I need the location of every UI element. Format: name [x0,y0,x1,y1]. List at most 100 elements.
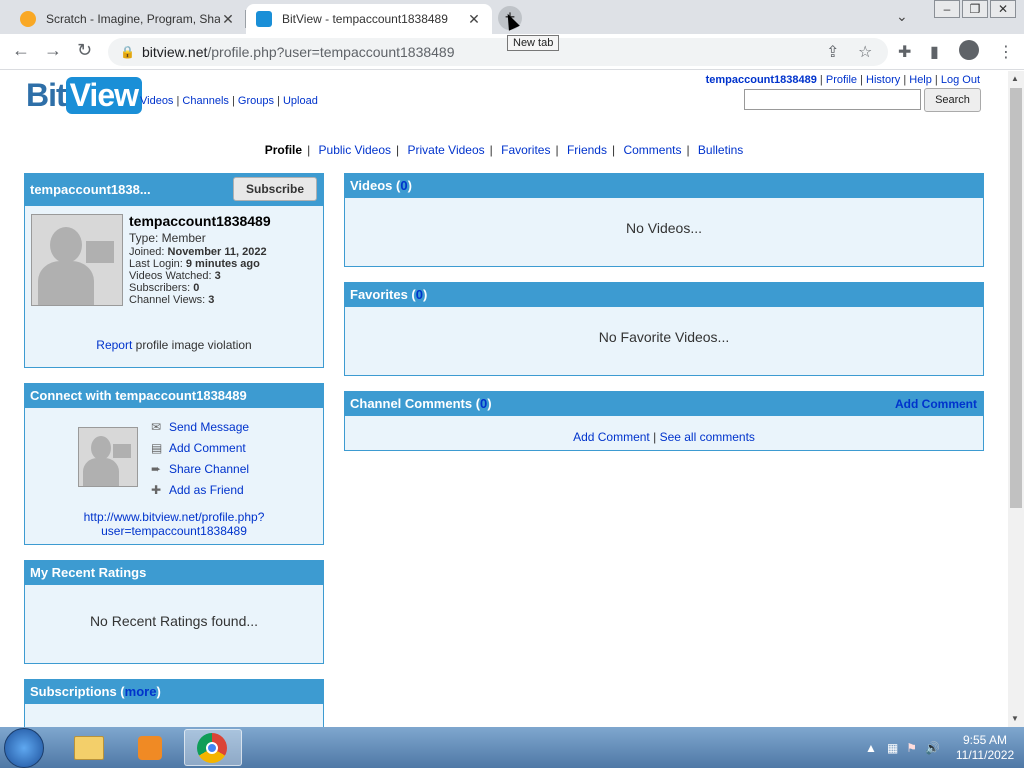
start-button[interactable] [4,728,44,768]
extensions-puzzle-icon[interactable]: ✚ [898,42,911,62]
profile-nav-private-videos[interactable]: Private Videos [408,143,485,157]
folder-icon [74,736,104,760]
videos-box: Videos (0) No Videos... [344,173,984,267]
videos-header: Videos (0) [345,174,983,198]
lock-icon: 🔒 [120,45,135,59]
add-friend-icon: ✚ [151,483,162,497]
forward-arrow-icon[interactable]: → [44,40,62,61]
system-tray: ▲ ▦ ⚑ 🔊 9:55 AM 11/11/2022 [865,727,1020,768]
connect-actions: ✉ Send Message ▤ Add Comment ➨ Share Channe… [151,418,249,502]
report-line: Report profile image violation [96,338,252,352]
side-panel-icon[interactable]: ▮ [930,42,939,62]
profile-avatar-icon[interactable] [959,40,979,60]
scrollbar-thumb[interactable] [1010,88,1022,508]
channel-url-line2: user=tempaccount1838489 [101,524,247,538]
profile-nav-favorites[interactable]: Favorites [501,143,550,157]
profile-nav-bulletins[interactable]: Bulletins [698,143,743,157]
subscriptions-more-link[interactable]: more [125,684,157,699]
bitview-favicon-icon [256,11,272,27]
nav-channels[interactable]: Channels [182,95,228,107]
report-link[interactable]: Report [96,338,132,352]
media-player-icon [138,736,162,760]
bitview-logo[interactable]: Bit View [26,77,142,114]
new-tab-tooltip: New tab [507,35,560,51]
search-input[interactable] [744,89,921,110]
bookmark-star-icon[interactable]: ☆ [858,42,872,62]
clock-date: 11/11/2022 [955,747,1015,762]
tab-search-chevron-icon[interactable]: ⌄ [896,8,908,25]
connect-box: Connect with tempaccount1838489 ✉ Send Me… [24,383,324,545]
favorites-header: Favorites (0) [345,283,983,307]
volume-icon[interactable]: 🔊 [925,741,940,755]
action-center-icon[interactable]: ⚑ [906,741,917,755]
scroll-down-icon[interactable]: ▼ [1011,714,1019,723]
connect-box-header: Connect with tempaccount1838489 [25,384,323,408]
see-all-comments-link[interactable]: See all comments [660,430,755,444]
profile-box-header: tempaccount1838... Subscribe [25,174,323,206]
tab-bitview[interactable]: BitView - tempaccount1838489 ✕ [246,4,492,34]
minimize-button[interactable]: – [934,0,960,18]
add-comment-link[interactable]: Add Comment [573,430,650,444]
tray-expand-icon[interactable]: ▲ [865,741,877,755]
channel-url-line1: http://www.bitview.net/profile.php? [83,510,265,524]
nav-videos[interactable]: Videos [140,95,173,107]
clock-time: 9:55 AM [962,732,1008,747]
comments-count: 0 [480,396,488,411]
comments-links: Add Comment | See all comments [573,430,755,444]
reload-icon[interactable]: ↻ [77,40,92,61]
profile-type: Type: Member [129,231,206,245]
send-message-link[interactable]: ✉ Send Message [151,418,249,439]
user-nav: tempaccount1838489 | Profile | History |… [705,74,980,86]
share-channel-link[interactable]: ➨ Share Channel [151,460,249,481]
window-controls: – ❐ ✕ [934,0,1016,18]
profile-last-login: Last Login: 9 minutes ago [129,258,260,270]
add-comment-link[interactable]: ▤ Add Comment [151,439,249,460]
network-icon[interactable]: ▦ [887,741,898,755]
taskbar-explorer[interactable] [60,729,118,766]
envelope-icon: ✉ [151,420,162,434]
user-nav-history[interactable]: History [866,74,900,86]
profile-nav: Profile | Public Videos | Private Videos | … [264,143,744,157]
profile-box: tempaccount1838... Subscribe tempaccount… [24,173,324,368]
close-tab-icon[interactable]: ✕ [466,11,482,28]
subscribe-button[interactable]: Subscribe [233,177,317,201]
add-as-friend-link[interactable]: ✚ Add as Friend [151,481,249,502]
user-nav-help[interactable]: Help [909,74,932,86]
clock[interactable]: 9:55 AM 11/11/2022 [950,733,1020,763]
tab-title: BitView - tempaccount1838489 [282,12,448,26]
channel-url[interactable]: http://www.bitview.net/profile.php? user… [25,510,323,538]
profile-channel-views: Channel Views: 3 [129,294,215,306]
nav-upload[interactable]: Upload [283,95,318,107]
tab-scratch[interactable]: Scratch - Imagine, Program, Shar ✕ [10,4,246,34]
profile-username: tempaccount1838489 [129,213,271,229]
scratch-favicon-icon [20,11,36,27]
profile-nav-friends[interactable]: Friends [567,143,607,157]
user-nav-logout[interactable]: Log Out [941,74,980,86]
windows-taskbar: ▲ ▦ ⚑ 🔊 9:55 AM 11/11/2022 [0,727,1024,768]
back-arrow-icon[interactable]: ← [12,40,30,61]
maximize-button[interactable]: ❐ [962,0,988,18]
scroll-up-icon[interactable]: ▲ [1011,74,1019,83]
profile-joined: Joined: November 11, 2022 [129,246,267,258]
close-window-button[interactable]: ✕ [990,0,1016,18]
comments-header: Channel Comments (0) Add Comment [345,392,983,416]
share-icon[interactable]: ⇪ [826,42,839,62]
favorites-box: Favorites (0) No Favorite Videos... [344,282,984,376]
profile-nav-comments[interactable]: Comments [623,143,681,157]
header-add-comment-link[interactable]: Add Comment [895,392,977,416]
taskbar-media-player[interactable] [122,729,180,766]
tab-strip: Scratch - Imagine, Program, Shar ✕ BitVi… [0,0,1024,34]
nav-groups[interactable]: Groups [238,95,274,107]
search-button[interactable]: Search [924,88,981,112]
user-name-link[interactable]: tempaccount1838489 [706,74,817,86]
tab-title: Scratch - Imagine, Program, Shar [46,12,220,26]
menu-kebab-icon[interactable]: ⋮ [998,42,1014,62]
favorites-empty-message: No Favorite Videos... [598,329,730,345]
close-tab-icon[interactable]: ✕ [220,11,236,28]
profile-nav-public-videos[interactable]: Public Videos [319,143,392,157]
user-nav-profile[interactable]: Profile [826,74,857,86]
profile-header-name: tempaccount1838... [30,182,151,197]
taskbar-chrome[interactable] [184,729,242,766]
address-bar[interactable]: 🔒 bitview.net/profile.php?user=tempaccou… [108,38,888,66]
subscriptions-header: Subscriptions (more) [25,680,323,704]
